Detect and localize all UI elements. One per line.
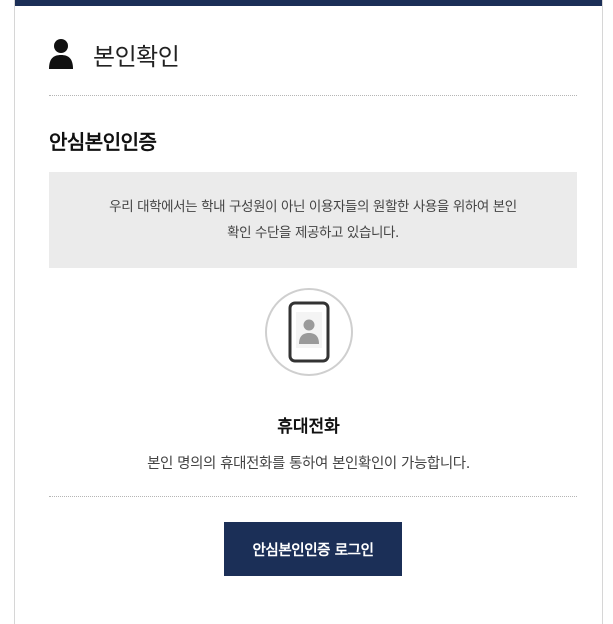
section-title: 안심본인인증 [49,130,157,154]
safe-identity-login-button[interactable]: 안심본인인증 로그인 [224,522,402,576]
identity-verification-panel: 본인확인 안심본인인증 우리 대학에서는 학내 구성원이 아닌 이용자들의 원할… [14,0,603,624]
method-label: 휴대전화 [277,417,340,437]
mobile-phone-icon-circle [265,288,353,376]
mobile-phone-icon [288,301,330,363]
page-title: 본인확인 [93,42,180,71]
button-divider [49,496,577,497]
notice-line-1: 우리 대학에서는 학내 구성원이 아닌 이용자들의 원할한 사용을 위하여 본인 [109,199,517,215]
notice-line-2: 확인 수단을 제공하고 있습니다. [227,225,399,241]
header-divider [49,95,577,96]
top-accent-bar [15,0,602,6]
method-description: 본인 명의의 휴대전화를 통하여 본인확인이 가능합니다. [147,456,470,472]
panel-header: 본인확인 [49,34,180,74]
notice-box: 우리 대학에서는 학내 구성원이 아닌 이용자들의 원할한 사용을 위하여 본인… [49,172,577,268]
user-icon [49,39,73,69]
